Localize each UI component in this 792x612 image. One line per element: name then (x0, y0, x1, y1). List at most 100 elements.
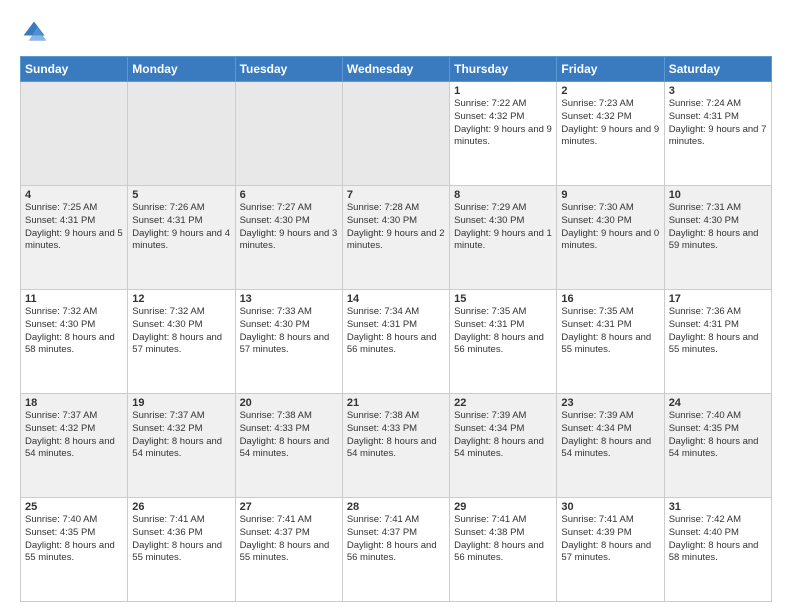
day-number: 5 (132, 189, 230, 201)
day-number: 19 (132, 397, 230, 409)
calendar-cell: 27Sunrise: 7:41 AMSunset: 4:37 PMDayligh… (235, 498, 342, 602)
day-number: 1 (454, 85, 552, 97)
calendar-cell: 16Sunrise: 7:35 AMSunset: 4:31 PMDayligh… (557, 290, 664, 394)
calendar-week-row: 18Sunrise: 7:37 AMSunset: 4:32 PMDayligh… (21, 394, 772, 498)
day-info: Sunrise: 7:41 AMSunset: 4:39 PMDaylight:… (561, 514, 659, 565)
header (20, 18, 772, 46)
day-info: Sunrise: 7:22 AMSunset: 4:32 PMDaylight:… (454, 98, 552, 149)
day-number: 23 (561, 397, 659, 409)
day-info: Sunrise: 7:37 AMSunset: 4:32 PMDaylight:… (132, 410, 230, 461)
day-number: 3 (669, 85, 767, 97)
calendar-cell: 8Sunrise: 7:29 AMSunset: 4:30 PMDaylight… (450, 186, 557, 290)
day-number: 8 (454, 189, 552, 201)
day-number: 15 (454, 293, 552, 305)
day-info: Sunrise: 7:26 AMSunset: 4:31 PMDaylight:… (132, 202, 230, 253)
day-number: 10 (669, 189, 767, 201)
day-info: Sunrise: 7:37 AMSunset: 4:32 PMDaylight:… (25, 410, 123, 461)
calendar-cell: 21Sunrise: 7:38 AMSunset: 4:33 PMDayligh… (342, 394, 449, 498)
day-number: 17 (669, 293, 767, 305)
day-info: Sunrise: 7:41 AMSunset: 4:37 PMDaylight:… (240, 514, 338, 565)
day-info: Sunrise: 7:28 AMSunset: 4:30 PMDaylight:… (347, 202, 445, 253)
logo (20, 18, 52, 46)
day-number: 7 (347, 189, 445, 201)
calendar-cell: 31Sunrise: 7:42 AMSunset: 4:40 PMDayligh… (664, 498, 771, 602)
day-number: 13 (240, 293, 338, 305)
calendar-cell: 18Sunrise: 7:37 AMSunset: 4:32 PMDayligh… (21, 394, 128, 498)
calendar-cell: 19Sunrise: 7:37 AMSunset: 4:32 PMDayligh… (128, 394, 235, 498)
day-info: Sunrise: 7:38 AMSunset: 4:33 PMDaylight:… (240, 410, 338, 461)
day-info: Sunrise: 7:42 AMSunset: 4:40 PMDaylight:… (669, 514, 767, 565)
day-info: Sunrise: 7:34 AMSunset: 4:31 PMDaylight:… (347, 306, 445, 357)
calendar-cell (128, 82, 235, 186)
day-number: 11 (25, 293, 123, 305)
calendar-cell (235, 82, 342, 186)
calendar-week-row: 4Sunrise: 7:25 AMSunset: 4:31 PMDaylight… (21, 186, 772, 290)
calendar-cell: 3Sunrise: 7:24 AMSunset: 4:31 PMDaylight… (664, 82, 771, 186)
calendar-cell: 2Sunrise: 7:23 AMSunset: 4:32 PMDaylight… (557, 82, 664, 186)
day-info: Sunrise: 7:41 AMSunset: 4:38 PMDaylight:… (454, 514, 552, 565)
calendar-week-row: 25Sunrise: 7:40 AMSunset: 4:35 PMDayligh… (21, 498, 772, 602)
day-number: 18 (25, 397, 123, 409)
calendar-header-row: SundayMondayTuesdayWednesdayThursdayFrid… (21, 57, 772, 82)
calendar-cell: 23Sunrise: 7:39 AMSunset: 4:34 PMDayligh… (557, 394, 664, 498)
calendar-cell (342, 82, 449, 186)
day-info: Sunrise: 7:29 AMSunset: 4:30 PMDaylight:… (454, 202, 552, 253)
calendar-cell: 28Sunrise: 7:41 AMSunset: 4:37 PMDayligh… (342, 498, 449, 602)
day-info: Sunrise: 7:40 AMSunset: 4:35 PMDaylight:… (669, 410, 767, 461)
calendar-cell: 14Sunrise: 7:34 AMSunset: 4:31 PMDayligh… (342, 290, 449, 394)
day-info: Sunrise: 7:41 AMSunset: 4:36 PMDaylight:… (132, 514, 230, 565)
day-number: 20 (240, 397, 338, 409)
day-number: 22 (454, 397, 552, 409)
day-number: 9 (561, 189, 659, 201)
day-header-thursday: Thursday (450, 57, 557, 82)
day-header-wednesday: Wednesday (342, 57, 449, 82)
day-info: Sunrise: 7:41 AMSunset: 4:37 PMDaylight:… (347, 514, 445, 565)
day-number: 12 (132, 293, 230, 305)
day-number: 4 (25, 189, 123, 201)
calendar-cell: 25Sunrise: 7:40 AMSunset: 4:35 PMDayligh… (21, 498, 128, 602)
day-number: 21 (347, 397, 445, 409)
logo-icon (20, 18, 48, 46)
day-number: 28 (347, 501, 445, 513)
calendar-cell: 9Sunrise: 7:30 AMSunset: 4:30 PMDaylight… (557, 186, 664, 290)
day-info: Sunrise: 7:39 AMSunset: 4:34 PMDaylight:… (454, 410, 552, 461)
day-number: 2 (561, 85, 659, 97)
day-info: Sunrise: 7:35 AMSunset: 4:31 PMDaylight:… (454, 306, 552, 357)
day-info: Sunrise: 7:40 AMSunset: 4:35 PMDaylight:… (25, 514, 123, 565)
day-info: Sunrise: 7:32 AMSunset: 4:30 PMDaylight:… (25, 306, 123, 357)
day-number: 26 (132, 501, 230, 513)
day-number: 29 (454, 501, 552, 513)
day-number: 24 (669, 397, 767, 409)
day-header-tuesday: Tuesday (235, 57, 342, 82)
calendar-cell: 20Sunrise: 7:38 AMSunset: 4:33 PMDayligh… (235, 394, 342, 498)
calendar-cell: 29Sunrise: 7:41 AMSunset: 4:38 PMDayligh… (450, 498, 557, 602)
day-info: Sunrise: 7:35 AMSunset: 4:31 PMDaylight:… (561, 306, 659, 357)
calendar-cell: 5Sunrise: 7:26 AMSunset: 4:31 PMDaylight… (128, 186, 235, 290)
day-info: Sunrise: 7:24 AMSunset: 4:31 PMDaylight:… (669, 98, 767, 149)
calendar-cell: 26Sunrise: 7:41 AMSunset: 4:36 PMDayligh… (128, 498, 235, 602)
calendar-table: SundayMondayTuesdayWednesdayThursdayFrid… (20, 56, 772, 602)
calendar-cell: 12Sunrise: 7:32 AMSunset: 4:30 PMDayligh… (128, 290, 235, 394)
calendar-cell (21, 82, 128, 186)
day-number: 27 (240, 501, 338, 513)
calendar-cell: 7Sunrise: 7:28 AMSunset: 4:30 PMDaylight… (342, 186, 449, 290)
day-number: 6 (240, 189, 338, 201)
calendar-cell: 4Sunrise: 7:25 AMSunset: 4:31 PMDaylight… (21, 186, 128, 290)
day-number: 30 (561, 501, 659, 513)
calendar-cell: 24Sunrise: 7:40 AMSunset: 4:35 PMDayligh… (664, 394, 771, 498)
day-info: Sunrise: 7:27 AMSunset: 4:30 PMDaylight:… (240, 202, 338, 253)
calendar-cell: 10Sunrise: 7:31 AMSunset: 4:30 PMDayligh… (664, 186, 771, 290)
day-info: Sunrise: 7:39 AMSunset: 4:34 PMDaylight:… (561, 410, 659, 461)
day-info: Sunrise: 7:36 AMSunset: 4:31 PMDaylight:… (669, 306, 767, 357)
day-info: Sunrise: 7:33 AMSunset: 4:30 PMDaylight:… (240, 306, 338, 357)
day-header-sunday: Sunday (21, 57, 128, 82)
calendar-cell: 22Sunrise: 7:39 AMSunset: 4:34 PMDayligh… (450, 394, 557, 498)
day-header-monday: Monday (128, 57, 235, 82)
calendar-cell: 6Sunrise: 7:27 AMSunset: 4:30 PMDaylight… (235, 186, 342, 290)
day-number: 31 (669, 501, 767, 513)
page: SundayMondayTuesdayWednesdayThursdayFrid… (0, 0, 792, 612)
calendar-cell: 15Sunrise: 7:35 AMSunset: 4:31 PMDayligh… (450, 290, 557, 394)
calendar-cell: 17Sunrise: 7:36 AMSunset: 4:31 PMDayligh… (664, 290, 771, 394)
calendar-cell: 1Sunrise: 7:22 AMSunset: 4:32 PMDaylight… (450, 82, 557, 186)
day-info: Sunrise: 7:25 AMSunset: 4:31 PMDaylight:… (25, 202, 123, 253)
